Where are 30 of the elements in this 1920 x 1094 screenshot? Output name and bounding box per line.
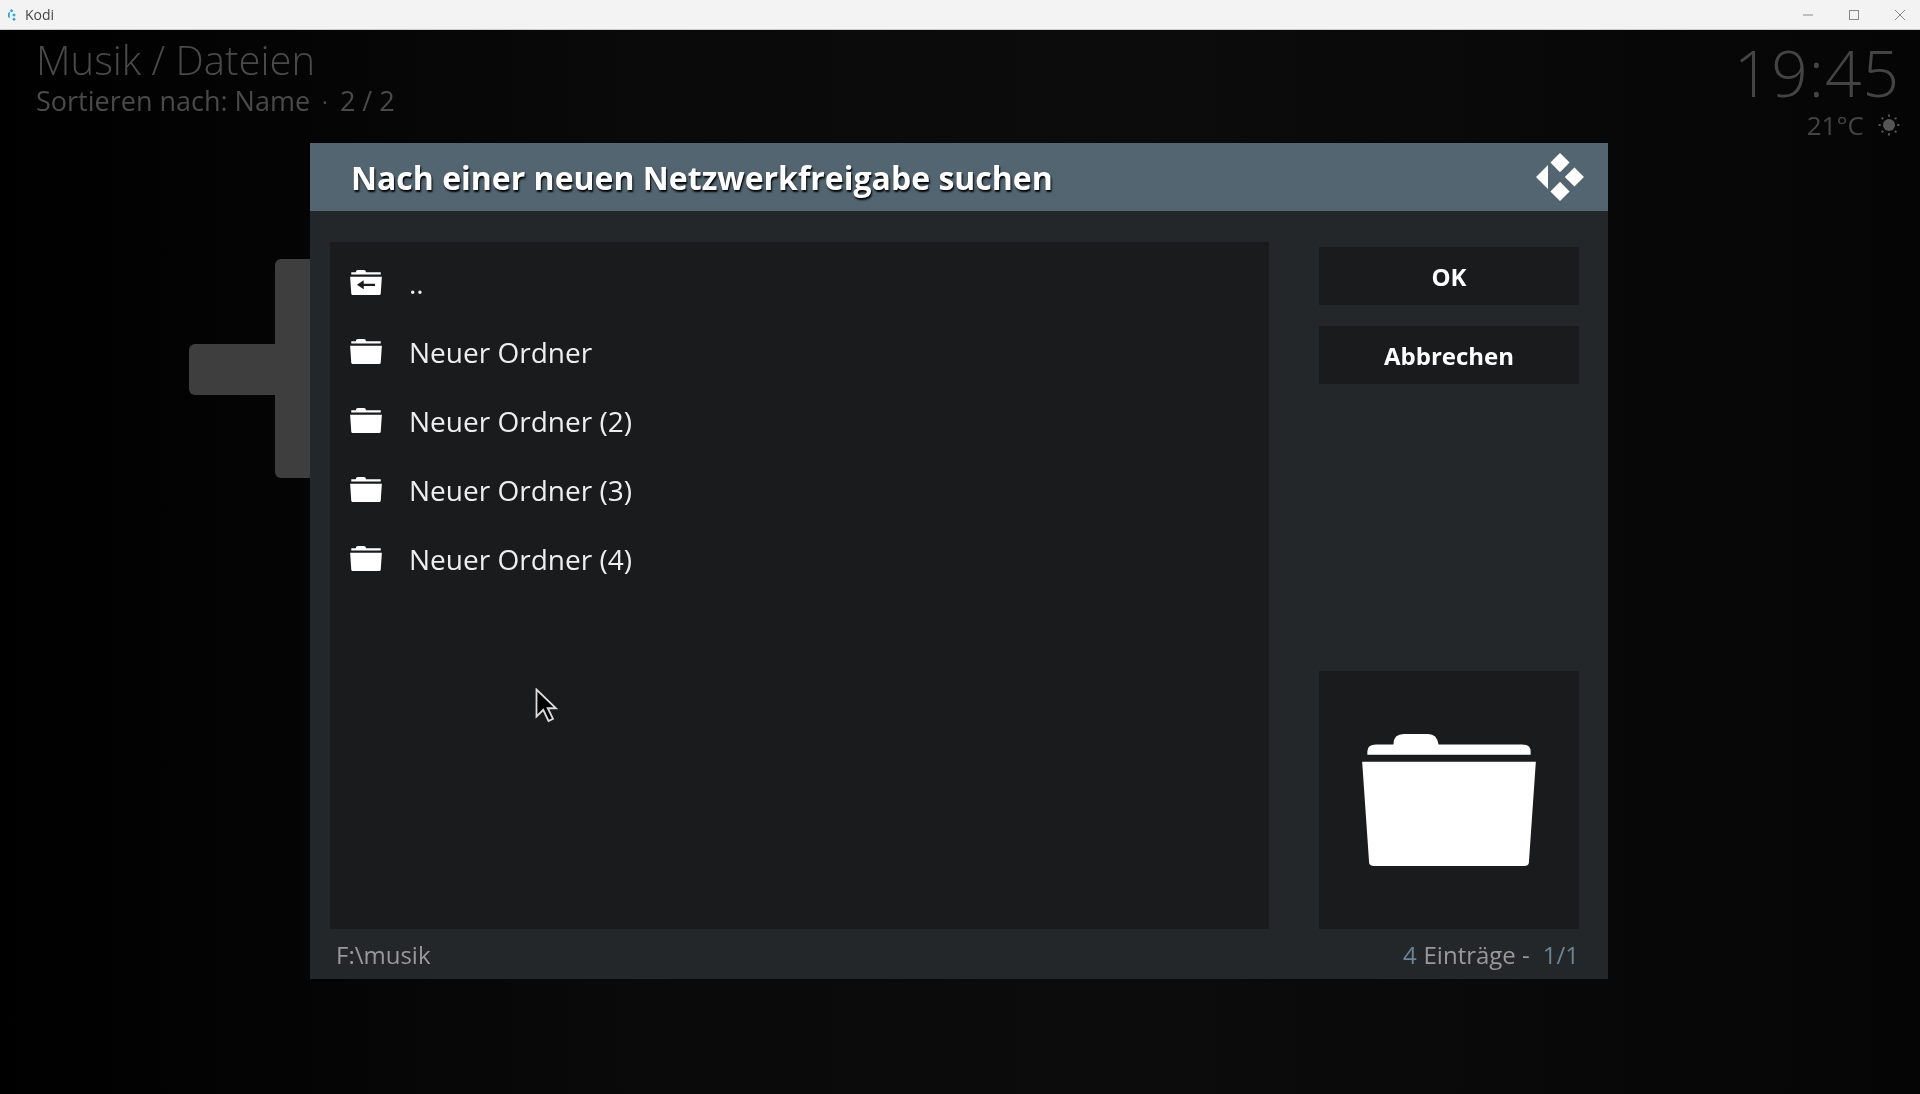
- cancel-button[interactable]: Abbrechen: [1319, 326, 1579, 384]
- clock-time: 19:45: [1733, 36, 1900, 110]
- separator-dot: ·: [322, 85, 328, 118]
- maximize-icon[interactable]: [1848, 8, 1860, 21]
- mouse-cursor-icon: [535, 688, 559, 724]
- window-title: Kodi: [25, 5, 55, 24]
- folder-list-item[interactable]: Neuer Ordner (4): [330, 524, 1269, 593]
- folder-list-item[interactable]: Neuer Ordner: [330, 317, 1269, 386]
- folder-list-item[interactable]: Neuer Ordner (2): [330, 386, 1269, 455]
- close-icon[interactable]: [1894, 8, 1906, 21]
- folder-back-icon: [349, 270, 383, 295]
- current-path: F:\musik: [336, 937, 431, 971]
- page-title: Musik / Dateien: [36, 36, 316, 84]
- items-label: Einträge -: [1423, 937, 1531, 971]
- folder-icon: [349, 339, 383, 364]
- kodi-logo-icon: [1536, 153, 1584, 201]
- folder-list-item[interactable]: Neuer Ordner (3): [330, 455, 1269, 524]
- temperature: 21°C: [1806, 110, 1864, 140]
- sun-icon: [1878, 114, 1900, 136]
- folder-icon: [349, 546, 383, 571]
- item-position: 2 / 2: [339, 84, 395, 118]
- item-count: 4: [1403, 937, 1417, 971]
- page-indicator: 1/1: [1542, 937, 1579, 971]
- folder-icon: [349, 477, 383, 502]
- folder-list-item[interactable]: ..: [330, 248, 1269, 317]
- ok-button[interactable]: OK: [1319, 247, 1579, 305]
- sort-label: Sortieren nach: Name: [36, 84, 311, 118]
- dialog-title: Nach einer neuen Netzwerkfreigabe suchen: [351, 155, 1053, 199]
- folder-icon: [1362, 734, 1536, 866]
- folder-icon: [349, 408, 383, 433]
